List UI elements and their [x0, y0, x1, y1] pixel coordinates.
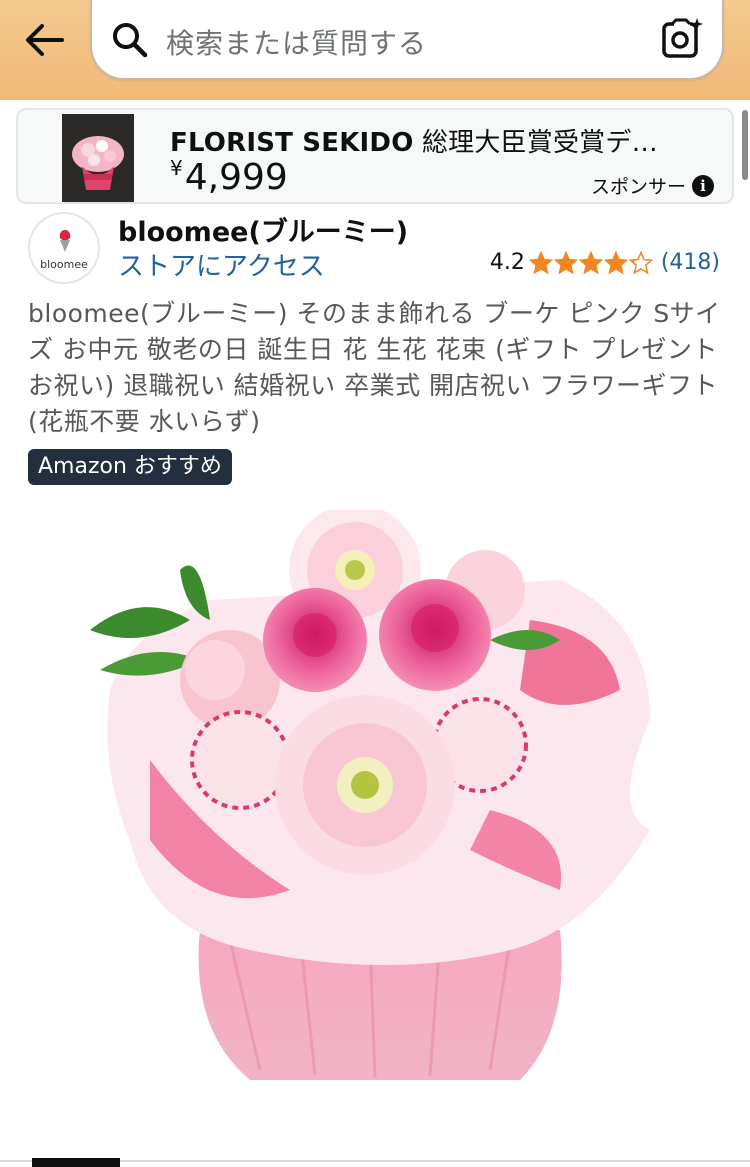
product-title: bloomee(ブルーミー) そのまま飾れる ブーケ ピンク Sサイズ お中元 …: [28, 299, 721, 436]
back-arrow-icon: [26, 24, 64, 56]
star-icon: [603, 250, 628, 274]
image-indicator: [32, 1158, 120, 1167]
search-placeholder: 検索または質問する: [166, 27, 428, 60]
store-logo[interactable]: bloomee: [28, 212, 100, 284]
store-name[interactable]: bloomee(ブルーミー): [118, 210, 408, 249]
sponsored-product-title[interactable]: FLORIST SEKIDO 総理大臣賞受賞デ…: [170, 122, 658, 159]
amazon-choice-badge: Amazon おすすめ: [28, 449, 232, 485]
star-icon: [553, 250, 578, 274]
store-logo-text: bloomee: [40, 258, 88, 271]
star-rating: [528, 250, 653, 275]
rating-summary[interactable]: 4.2 (418): [490, 250, 720, 275]
camera-lens-icon[interactable]: [660, 16, 704, 60]
top-header: 検索または質問する: [0, 0, 750, 100]
sponsored-label[interactable]: スポンサー i: [591, 172, 714, 199]
search-icon: [113, 23, 148, 58]
flower-logo-icon: [59, 230, 71, 252]
sponsored-product-price: ¥4,999: [170, 156, 288, 198]
back-button[interactable]: [22, 20, 68, 60]
star-icon: [528, 250, 553, 274]
visit-store-link[interactable]: ストアにアクセス: [118, 246, 325, 283]
search-input[interactable]: 検索または質問する: [90, 0, 724, 80]
sponsored-product-banner[interactable]: FLORIST SEKIDO 総理大臣賞受賞デ… ¥4,999 スポンサー i: [16, 108, 734, 204]
scrollbar[interactable]: [742, 110, 748, 180]
rating-count[interactable]: (418): [661, 250, 720, 275]
star-icon: [578, 250, 603, 274]
sponsored-label-text: スポンサー: [590, 176, 686, 198]
star-icon: [628, 250, 653, 274]
sponsored-product-thumbnail: [62, 114, 134, 202]
product-image[interactable]: [90, 510, 666, 1100]
info-icon[interactable]: i: [692, 174, 714, 197]
rating-value: 4.2: [489, 250, 525, 275]
